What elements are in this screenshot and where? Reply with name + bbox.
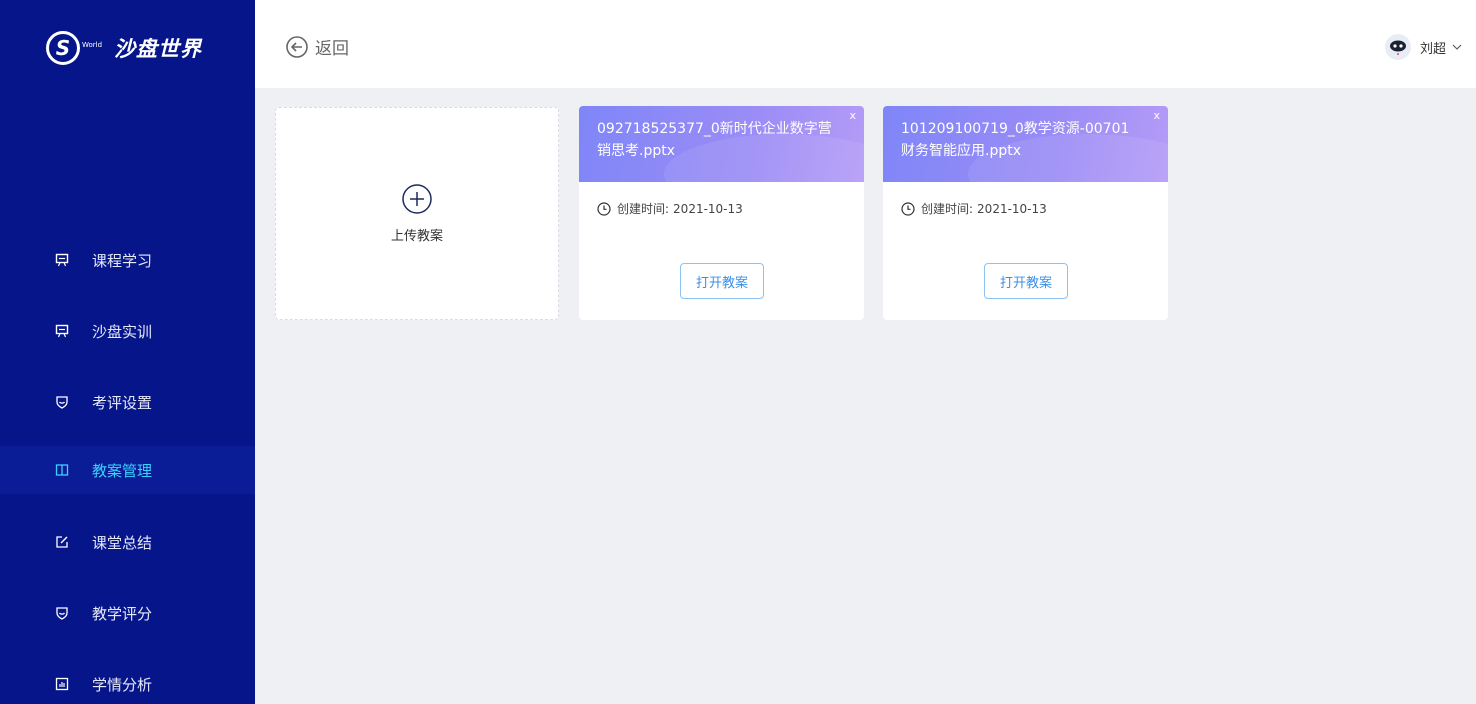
book-icon bbox=[54, 462, 70, 478]
chevron-down-icon bbox=[1452, 44, 1462, 50]
sidebar: S World 沙盘世界 课程学习 沙盘实训 考评设置 教案管理 课堂总结 教学… bbox=[0, 0, 255, 704]
sidebar-item-evaluation-settings[interactable]: 考评设置 bbox=[0, 378, 255, 426]
created-time: 创建时间: 2021-10-13 bbox=[901, 200, 1047, 217]
sidebar-item-teaching-score[interactable]: 教学评分 bbox=[0, 589, 255, 637]
chart-icon bbox=[54, 676, 70, 692]
card-title: 092718525377_0新时代企业数字营销思考.pptx bbox=[597, 121, 832, 159]
brand-name: 沙盘世界 bbox=[114, 37, 203, 61]
close-button[interactable]: x bbox=[849, 109, 856, 122]
created-time: 创建时间: 2021-10-13 bbox=[597, 200, 743, 217]
brand-logo[interactable]: S World 沙盘世界 bbox=[46, 30, 202, 66]
back-label: 返回 bbox=[315, 39, 349, 59]
card-title: 101209100719_0教学资源-00701财务智能应用.pptx bbox=[901, 121, 1130, 159]
badge-icon bbox=[54, 605, 70, 621]
sidebar-item-course-study[interactable]: 课程学习 bbox=[0, 236, 255, 284]
edit-icon bbox=[54, 534, 70, 550]
presentation-icon bbox=[54, 323, 70, 339]
logo-world-text: World bbox=[82, 41, 103, 49]
user-name: 刘超 bbox=[1419, 41, 1446, 57]
lesson-plan-card: 101209100719_0教学资源-00701财务智能应用.pptx x 创建… bbox=[883, 106, 1168, 320]
sidebar-item-label: 课堂总结 bbox=[92, 533, 153, 552]
open-lesson-plan-button[interactable]: 打开教案 bbox=[680, 263, 764, 299]
top-header: 返回 刘超 bbox=[255, 0, 1476, 88]
upload-label: 上传教案 bbox=[390, 229, 443, 244]
logo-mark-icon: S bbox=[46, 31, 80, 65]
sidebar-item-learning-analysis[interactable]: 学情分析 bbox=[0, 660, 255, 704]
open-lesson-plan-button[interactable]: 打开教案 bbox=[984, 263, 1068, 299]
user-menu[interactable]: 刘超 bbox=[1384, 34, 1462, 60]
created-time-label: 创建时间: bbox=[617, 202, 670, 216]
sidebar-item-lesson-plan-management[interactable]: 教案管理 bbox=[0, 446, 255, 494]
clock-icon bbox=[597, 201, 611, 216]
close-button[interactable]: x bbox=[1153, 109, 1160, 122]
sidebar-item-label: 考评设置 bbox=[92, 393, 153, 412]
sidebar-item-label: 沙盘实训 bbox=[92, 322, 153, 341]
avatar bbox=[1384, 34, 1411, 60]
sidebar-item-label: 课程学习 bbox=[92, 251, 153, 270]
sidebar-item-sandbox-training[interactable]: 沙盘实训 bbox=[0, 307, 255, 355]
clock-icon bbox=[901, 201, 915, 216]
created-time-value: 2021-10-13 bbox=[977, 201, 1047, 216]
arrow-left-circle-icon bbox=[286, 35, 308, 58]
presentation-icon bbox=[54, 252, 70, 268]
sidebar-item-class-summary[interactable]: 课堂总结 bbox=[0, 518, 255, 566]
card-header: 092718525377_0新时代企业数字营销思考.pptx x bbox=[579, 106, 864, 214]
sidebar-item-label: 教学评分 bbox=[92, 604, 153, 623]
back-button[interactable]: 返回 bbox=[285, 34, 349, 59]
upload-lesson-plan-card[interactable]: 上传教案 bbox=[275, 107, 559, 320]
plus-circle-icon bbox=[402, 184, 432, 214]
card-header: 101209100719_0教学资源-00701财务智能应用.pptx x bbox=[883, 106, 1168, 214]
created-time-label: 创建时间: bbox=[921, 202, 974, 216]
sidebar-item-label: 教案管理 bbox=[92, 461, 153, 480]
created-time-value: 2021-10-13 bbox=[673, 201, 743, 216]
badge-icon bbox=[54, 394, 70, 410]
sidebar-item-label: 学情分析 bbox=[92, 675, 153, 694]
lesson-plan-card: 092718525377_0新时代企业数字营销思考.pptx x 创建时间: 2… bbox=[579, 106, 864, 320]
